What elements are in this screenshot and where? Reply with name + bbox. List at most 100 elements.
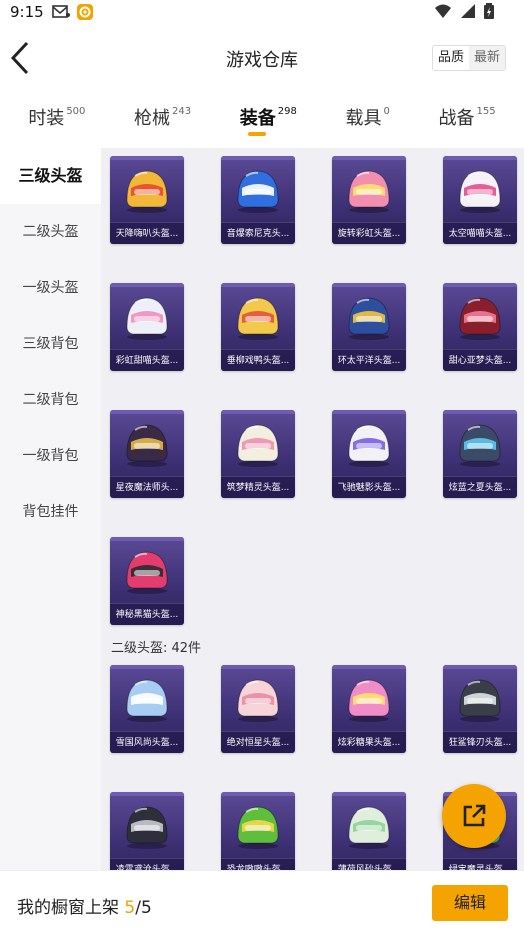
helmet-card[interactable]: 天降嗨叭头盔... bbox=[110, 156, 184, 244]
tab-underline bbox=[248, 132, 267, 136]
sidebar-item-level3-backpack[interactable]: 三级背包 bbox=[0, 316, 101, 372]
tab-label: 枪械 bbox=[134, 108, 171, 129]
tab-combat-gear[interactable]: 战备 155 bbox=[439, 96, 496, 130]
helmet-card[interactable]: 飞驰魅影头盔... bbox=[332, 410, 406, 498]
app-notification-icon bbox=[76, 4, 93, 20]
helmet-card-name: 垂柳戏鸭头盔... bbox=[221, 349, 295, 371]
sort-by-quality-button[interactable]: 品质 bbox=[432, 46, 469, 70]
helmet-card[interactable]: 狂鲨锋刃头盔... bbox=[443, 665, 517, 753]
tab-count: 298 bbox=[277, 106, 297, 117]
helmet-card[interactable]: 彩虹甜喵头盔... bbox=[110, 283, 184, 371]
helmet-card-name: 炫蓝之夏头盔... bbox=[443, 476, 517, 498]
subcategory-sidebar: 三级头盔 二级头盔 一级头盔 三级背包 二级背包 一级背包 背包挂件 bbox=[0, 148, 101, 870]
helmet-card-name: 狂鲨锋刃头盔... bbox=[443, 731, 517, 753]
tab-count: 500 bbox=[66, 106, 86, 117]
tab-fashion[interactable]: 时装 500 bbox=[28, 96, 85, 130]
helmet-card[interactable]: 星夜魔法师头... bbox=[110, 410, 184, 498]
sidebar-item-level2-helmet[interactable]: 二级头盔 bbox=[0, 204, 101, 260]
helmet-icon bbox=[459, 679, 501, 722]
helmet-icon bbox=[126, 297, 168, 340]
helmet-card-name: 飞驰魅影头盔... bbox=[332, 476, 406, 498]
helmet-card[interactable]: 炫蓝之夏头盔... bbox=[443, 410, 517, 498]
helmet-card-name: 绝对恒星头盔... bbox=[221, 731, 295, 753]
sidebar-item-backpack-pendant[interactable]: 背包挂件 bbox=[0, 484, 101, 540]
helmet-icon bbox=[237, 424, 279, 467]
status-notification-icons bbox=[51, 3, 94, 21]
header: 游戏仓库 品质 最新 bbox=[0, 30, 524, 86]
helmet-card-name: 雪国风尚头盔... bbox=[110, 731, 184, 753]
helmet-card[interactable]: 太空喵喵头盔... bbox=[443, 156, 517, 244]
helmet-card-name: 凌霄鸢沧头盔... bbox=[110, 858, 184, 870]
helmet-icon bbox=[348, 424, 390, 467]
tab-equipment[interactable]: 装备 298 bbox=[240, 96, 297, 136]
helmet-icon bbox=[348, 806, 390, 849]
helmet-card-name: 环太平洋头盔... bbox=[332, 349, 406, 371]
helmet-icon bbox=[126, 679, 168, 722]
helmet-card-name: 彩虹甜喵头盔... bbox=[110, 349, 184, 371]
sidebar-item-level3-helmet[interactable]: 三级头盔 bbox=[0, 148, 101, 204]
share-external-icon bbox=[463, 804, 486, 827]
helmet-card[interactable]: 旋转彩虹头盔... bbox=[332, 156, 406, 244]
sort-toggle: 品质 最新 bbox=[431, 45, 506, 71]
battery-icon bbox=[484, 3, 494, 19]
helmet-card-name: 星夜魔法师头... bbox=[110, 476, 184, 498]
helmet-card[interactable]: 绝对恒星头盔... bbox=[221, 665, 295, 753]
helmet-card[interactable]: 雪国风尚头盔... bbox=[110, 665, 184, 753]
helmet-icon bbox=[348, 297, 390, 340]
helmet-card-name: 绿宝魔灵头盔... bbox=[443, 858, 517, 870]
helmet-icon bbox=[237, 297, 279, 340]
helmet-card-name: 天降嗨叭头盔... bbox=[110, 222, 184, 244]
showcase-current-count: 5 bbox=[124, 898, 136, 918]
helmet-card[interactable]: 炫彩糖果头盔... bbox=[332, 665, 406, 753]
tab-count: 243 bbox=[172, 106, 192, 117]
tab-label: 战备 bbox=[438, 108, 475, 129]
tab-label: 载具 bbox=[345, 108, 382, 129]
showcase-total-count: 5 bbox=[140, 898, 152, 918]
helmet-card-name: 旋转彩虹头盔... bbox=[332, 222, 406, 244]
helmet-icon bbox=[237, 806, 279, 849]
helmet-icon bbox=[348, 170, 390, 213]
helmet-card-name: 神秘黑猫头盔... bbox=[110, 603, 184, 625]
helmet-icon bbox=[348, 679, 390, 722]
tab-vehicles[interactable]: 载具 0 bbox=[346, 96, 390, 130]
helmet-card[interactable]: 音爆索尼克头... bbox=[221, 156, 295, 244]
helmet-card-name: 甜心亚梦头盔... bbox=[443, 349, 517, 371]
helmet-card[interactable]: 筑梦精灵头盔... bbox=[221, 410, 295, 498]
item-grid-area[interactable]: 天降嗨叭头盔... 音爆索尼克头... 旋转彩虹头盔... 太空喵喵头盔... 彩虹甜喵… bbox=[101, 148, 524, 870]
status-time: 9:15 bbox=[10, 3, 44, 21]
level3-helmet-grid: 天降嗨叭头盔... 音爆索尼克头... 旋转彩虹头盔... 太空喵喵头盔... 彩虹甜喵… bbox=[110, 156, 520, 625]
sidebar-item-level1-backpack[interactable]: 一级背包 bbox=[0, 428, 101, 484]
helmet-card-name: 薄荷风砂头盔... bbox=[332, 858, 406, 870]
section-header: 二级头盔: 42件 bbox=[111, 641, 202, 656]
helmet-card[interactable]: 凌霄鸢沧头盔... bbox=[110, 792, 184, 870]
sort-by-latest-button[interactable]: 最新 bbox=[468, 46, 505, 70]
tab-label: 时装 bbox=[28, 108, 65, 129]
showcase-label: 我的橱窗上架 bbox=[17, 898, 119, 918]
helmet-card-name: 太空喵喵头盔... bbox=[443, 222, 517, 244]
tab-count: 155 bbox=[476, 106, 496, 117]
category-tabs: 时装 500 枪械 243 装备 298 载具 0 战备 155 bbox=[0, 96, 524, 144]
helmet-card[interactable]: 垂柳戏鸭头盔... bbox=[221, 283, 295, 371]
sidebar-item-level2-backpack[interactable]: 二级背包 bbox=[0, 372, 101, 428]
status-bar: 9:15 bbox=[0, 0, 524, 24]
sidebar-item-level1-helmet[interactable]: 一级头盔 bbox=[0, 260, 101, 316]
helmet-icon bbox=[459, 170, 501, 213]
helmet-card-name: 炫彩糖果头盔... bbox=[332, 731, 406, 753]
tab-guns[interactable]: 枪械 243 bbox=[134, 96, 191, 130]
helmet-card-name: 恐龙嗷嗷头盔... bbox=[221, 858, 295, 870]
helmet-card-name: 音爆索尼克头... bbox=[221, 222, 295, 244]
helmet-icon bbox=[459, 297, 501, 340]
wifi-icon bbox=[435, 4, 451, 18]
share-button[interactable] bbox=[442, 784, 506, 848]
helmet-card-name: 筑梦精灵头盔... bbox=[221, 476, 295, 498]
helmet-icon bbox=[237, 679, 279, 722]
helmet-icon bbox=[126, 170, 168, 213]
helmet-card[interactable]: 甜心亚梦头盔... bbox=[443, 283, 517, 371]
helmet-card[interactable]: 恐龙嗷嗷头盔... bbox=[221, 792, 295, 870]
helmet-card[interactable]: 薄荷风砂头盔... bbox=[332, 792, 406, 870]
helmet-card[interactable]: 环太平洋头盔... bbox=[332, 283, 406, 371]
helmet-card[interactable]: 神秘黑猫头盔... bbox=[110, 537, 184, 625]
bottom-bar: 我的橱窗上架 5/5 编辑 bbox=[0, 870, 524, 934]
showcase-status: 我的橱窗上架 5/5 bbox=[17, 893, 152, 918]
edit-button[interactable]: 编辑 bbox=[432, 885, 508, 921]
